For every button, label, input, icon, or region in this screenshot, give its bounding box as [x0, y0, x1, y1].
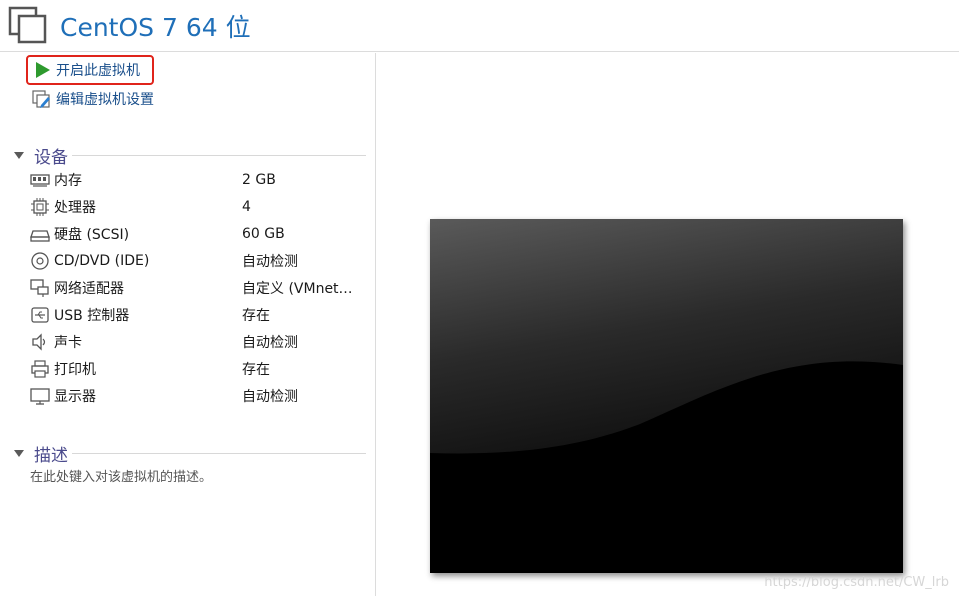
device-value: 自定义 (VMnet…: [242, 281, 353, 297]
devices-section-header[interactable]: 设备: [14, 143, 366, 168]
device-name: 打印机: [54, 362, 96, 378]
device-value: 2 GB: [242, 172, 276, 188]
usb-icon: [31, 307, 49, 323]
edit-settings-icon: [32, 90, 50, 108]
description-field[interactable]: 在此处键入对该虚拟机的描述。: [30, 466, 212, 485]
device-row-printer[interactable]: 打印机 存在: [30, 356, 370, 382]
device-value: 自动检测: [242, 335, 298, 351]
device-row-network-adapter[interactable]: 网络适配器 自定义 (VMnet…: [30, 275, 370, 301]
device-name: USB 控制器: [54, 308, 130, 324]
device-name: CD/DVD (IDE): [54, 253, 150, 269]
device-value: 4: [242, 199, 251, 215]
edit-vm-settings-button[interactable]: 编辑虚拟机设置: [32, 88, 154, 110]
section-divider: [72, 155, 366, 156]
description-section-header[interactable]: 描述: [14, 441, 366, 466]
devices-heading: 设备: [34, 148, 68, 168]
memory-icon: [30, 174, 50, 187]
device-value: 存在: [242, 308, 270, 324]
cpu-icon: [31, 198, 49, 216]
collapse-triangle-icon: [14, 450, 24, 457]
vm-header: CentOS 7 64 位: [0, 0, 959, 52]
vm-screen-preview[interactable]: [430, 219, 903, 573]
device-row-hard-disk[interactable]: 硬盘 (SCSI) 60 GB: [30, 221, 370, 247]
device-name: 网络适配器: [54, 281, 124, 297]
section-divider: [72, 453, 366, 454]
device-row-sound-card[interactable]: 声卡 自动检测: [30, 329, 370, 355]
device-name: 显示器: [54, 389, 96, 405]
speaker-icon: [32, 333, 46, 351]
device-name: 处理器: [54, 200, 96, 216]
watermark: https://blog.csdn.net/CW_lrb: [764, 575, 949, 590]
monitor-icon: [30, 388, 50, 405]
power-on-vm-button[interactable]: 开启此虚拟机: [26, 55, 154, 85]
vm-title: CentOS 7 64 位: [60, 13, 251, 42]
device-name: 内存: [54, 173, 82, 189]
device-row-memory[interactable]: 内存 2 GB: [30, 167, 370, 193]
printer-icon: [31, 360, 49, 378]
device-row-cd-dvd[interactable]: CD/DVD (IDE) 自动检测: [30, 248, 370, 274]
device-value: 存在: [242, 362, 270, 378]
device-name: 硬盘 (SCSI): [54, 227, 130, 243]
network-adapter-icon: [30, 279, 49, 297]
hard-disk-icon: [30, 230, 50, 242]
device-value: 自动检测: [242, 389, 298, 405]
collapse-triangle-icon: [14, 152, 24, 159]
cd-dvd-icon: [31, 252, 49, 270]
device-row-usb-controller[interactable]: USB 控制器 存在: [30, 302, 370, 328]
device-name: 声卡: [54, 335, 82, 351]
description-heading: 描述: [34, 446, 68, 466]
edit-vm-settings-label: 编辑虚拟机设置: [56, 92, 154, 108]
device-row-cpu[interactable]: 处理器 4: [30, 194, 370, 220]
device-row-display[interactable]: 显示器 自动检测: [30, 383, 370, 409]
device-value: 60 GB: [242, 226, 285, 242]
vm-preview-pane: https://blog.csdn.net/CW_lrb: [377, 53, 959, 596]
play-icon: [36, 62, 50, 78]
device-value: 自动检测: [242, 254, 298, 270]
power-on-vm-label: 开启此虚拟机: [56, 63, 140, 79]
virtual-machine-icon: [8, 6, 47, 44]
